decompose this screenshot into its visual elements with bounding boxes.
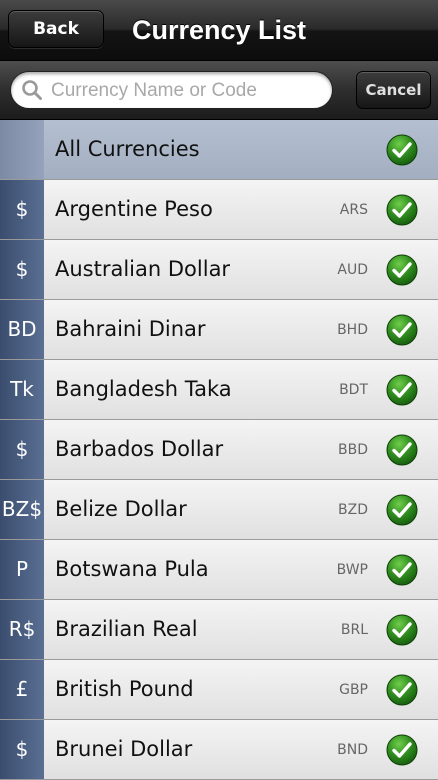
currency-name: Brunei Dollar <box>55 737 193 761</box>
navigation-bar: Currency List Back <box>0 0 438 61</box>
checkmark-icon <box>386 494 418 526</box>
currency-symbol: Tk <box>0 360 44 419</box>
currency-symbol: R$ <box>0 600 44 659</box>
currency-symbol: BZ$ <box>0 480 44 539</box>
currency-name: All Currencies <box>55 137 200 161</box>
currency-name: Argentine Peso <box>55 197 213 221</box>
currency-symbol <box>0 120 44 179</box>
currency-list: All Currencies $ Argentine Peso ARS $ Au… <box>0 120 438 780</box>
checkmark-icon <box>386 614 418 646</box>
back-button[interactable]: Back <box>8 10 104 48</box>
list-item[interactable]: $ Barbados Dollar BBD <box>0 420 438 480</box>
checkmark-icon <box>386 194 418 226</box>
list-item[interactable]: BD Bahraini Dinar BHD <box>0 300 438 360</box>
currency-symbol: £ <box>0 660 44 719</box>
checkmark-icon <box>386 554 418 586</box>
list-item[interactable]: R$ Brazilian Real BRL <box>0 600 438 660</box>
currency-name: Australian Dollar <box>55 257 231 281</box>
currency-name: Belize Dollar <box>55 497 187 521</box>
checkmark-icon <box>386 434 418 466</box>
search-icon <box>22 80 42 100</box>
checkmark-icon <box>386 674 418 706</box>
currency-name: Bangladesh Taka <box>55 377 232 401</box>
currency-code: BND <box>337 742 368 758</box>
currency-name: Bahraini Dinar <box>55 317 206 341</box>
currency-name: Barbados Dollar <box>55 437 224 461</box>
search-bar: Cancel <box>0 61 438 120</box>
currency-code: AUD <box>337 262 368 278</box>
currency-symbol: $ <box>0 180 44 239</box>
list-item[interactable]: £ British Pound GBP <box>0 660 438 720</box>
currency-code: BWP <box>336 562 368 578</box>
checkmark-icon <box>386 254 418 286</box>
currency-code: BBD <box>338 442 368 458</box>
search-field[interactable] <box>10 71 333 109</box>
currency-code: BDT <box>339 382 368 398</box>
checkmark-icon <box>386 374 418 406</box>
list-item[interactable]: $ Brunei Dollar BND <box>0 720 438 780</box>
search-input[interactable] <box>49 76 323 106</box>
list-item-all-currencies[interactable]: All Currencies <box>0 120 438 180</box>
currency-code: BHD <box>337 322 368 338</box>
list-item[interactable]: P Botswana Pula BWP <box>0 540 438 600</box>
currency-name: British Pound <box>55 677 194 701</box>
currency-symbol: BD <box>0 300 44 359</box>
checkmark-icon <box>386 734 418 766</box>
currency-name: Brazilian Real <box>55 617 198 641</box>
checkmark-icon <box>386 314 418 346</box>
currency-code: ARS <box>339 202 368 218</box>
currency-symbol: $ <box>0 420 44 479</box>
list-item[interactable]: $ Argentine Peso ARS <box>0 180 438 240</box>
currency-symbol: P <box>0 540 44 599</box>
currency-code: BRL <box>340 622 368 638</box>
currency-code: BZD <box>338 502 368 518</box>
list-item[interactable]: $ Australian Dollar AUD <box>0 240 438 300</box>
currency-name: Botswana Pula <box>55 557 209 581</box>
checkmark-icon <box>386 134 418 166</box>
list-item[interactable]: Tk Bangladesh Taka BDT <box>0 360 438 420</box>
list-item[interactable]: BZ$ Belize Dollar BZD <box>0 480 438 540</box>
currency-symbol: $ <box>0 240 44 299</box>
currency-code: GBP <box>339 682 368 698</box>
cancel-button[interactable]: Cancel <box>356 71 431 109</box>
